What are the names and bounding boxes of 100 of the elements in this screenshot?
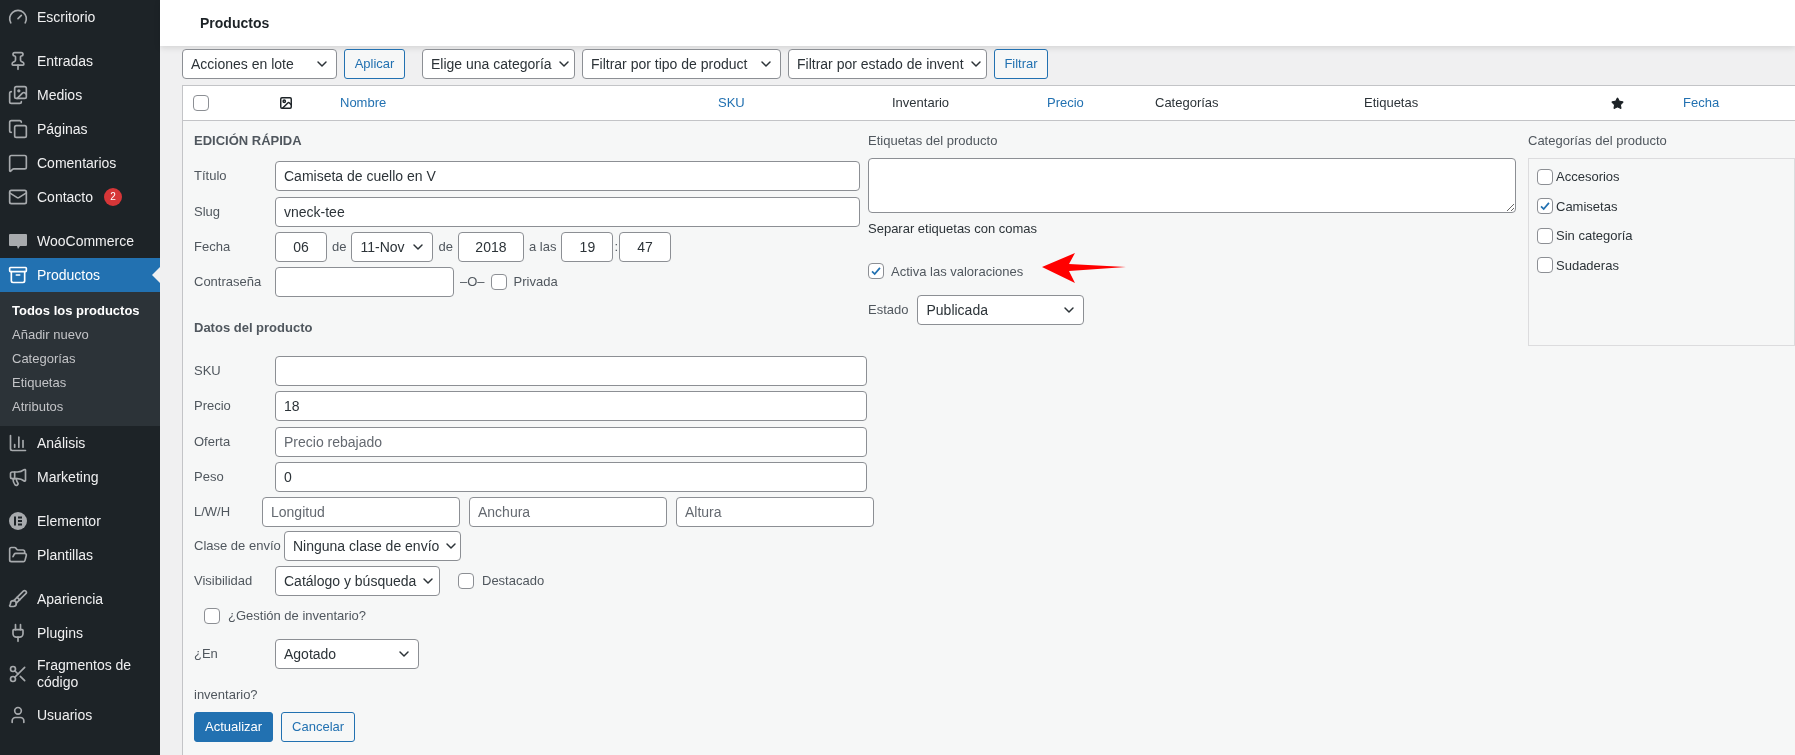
column-header[interactable]: Precio bbox=[1047, 93, 1084, 113]
input-field[interactable]: 19 bbox=[561, 232, 614, 262]
field-label: Etiquetas del producto bbox=[868, 132, 998, 151]
checkbox-label: Destacado bbox=[482, 572, 545, 591]
image-icon bbox=[279, 96, 293, 110]
dropdown[interactable]: Publicada bbox=[917, 295, 1085, 325]
update-button[interactable]: Actualizar bbox=[194, 712, 274, 742]
section-heading: Datos del producto bbox=[194, 319, 313, 338]
date-separator: de bbox=[332, 238, 347, 257]
checkbox[interactable] bbox=[490, 274, 507, 290]
media-icon bbox=[8, 85, 28, 105]
submenu-item[interactable]: Todos los productos bbox=[0, 299, 160, 323]
submenu-item[interactable]: Atributos bbox=[0, 395, 160, 419]
input-field[interactable] bbox=[275, 356, 867, 386]
bar-chart-icon bbox=[8, 433, 28, 453]
input-field[interactable]: Longitud bbox=[262, 497, 460, 527]
field-label: Título bbox=[194, 167, 228, 186]
sidebar-item[interactable]: Escritorio bbox=[0, 0, 160, 34]
sidebar-item[interactable]: Plugins bbox=[0, 616, 160, 650]
tags-textarea[interactable] bbox=[868, 158, 1516, 213]
time-colon: : bbox=[614, 238, 619, 257]
field-label: Oferta bbox=[194, 433, 232, 452]
input-field[interactable]: 18 bbox=[275, 391, 867, 421]
input-field[interactable]: Altura bbox=[676, 497, 874, 527]
cancel-button[interactable]: Cancelar bbox=[281, 712, 356, 742]
date-separator: de bbox=[438, 238, 453, 257]
sidebar-item[interactable]: Contacto 2 bbox=[0, 180, 160, 214]
dropdown[interactable]: Catálogo y búsqueda bbox=[275, 566, 440, 596]
scissors-icon bbox=[8, 664, 28, 684]
pin-icon bbox=[8, 51, 28, 71]
sidebar-item[interactable]: Páginas bbox=[0, 112, 160, 146]
dropdown[interactable]: 11-Nov bbox=[351, 232, 434, 262]
sidebar-item[interactable]: Marketing bbox=[0, 460, 160, 494]
checkbox[interactable] bbox=[458, 573, 474, 589]
folder-icon bbox=[8, 545, 28, 565]
column-header[interactable]: SKU bbox=[718, 93, 745, 113]
field-label: ¿En bbox=[194, 645, 219, 664]
input-field[interactable]: Camiseta de cuello en V bbox=[275, 161, 860, 191]
field-label: inventario? bbox=[194, 686, 258, 705]
checkbox[interactable] bbox=[1537, 257, 1553, 274]
sidebar-item[interactable]: Medios bbox=[0, 78, 160, 112]
circle-logo-icon bbox=[8, 511, 28, 531]
sidebar-item[interactable]: Análisis bbox=[0, 426, 160, 460]
sidebar-item[interactable]: Usuarios bbox=[0, 698, 160, 732]
field-label: Visibilidad bbox=[194, 572, 254, 591]
date-separator: a las bbox=[528, 238, 557, 257]
input-field[interactable] bbox=[275, 267, 454, 297]
speech-bubble-icon bbox=[8, 231, 28, 251]
input-field[interactable]: 06 bbox=[275, 232, 327, 262]
user-icon bbox=[8, 705, 28, 725]
star-icon bbox=[1611, 96, 1624, 110]
input-field[interactable]: 2018 bbox=[457, 232, 524, 262]
dropdown[interactable]: Acciones en lote bbox=[182, 49, 337, 79]
column-header[interactable]: Nombre bbox=[340, 93, 387, 113]
input-field[interactable]: Anchura bbox=[469, 497, 667, 527]
filter-button[interactable]: Filtrar bbox=[994, 49, 1048, 79]
field-label: Fecha bbox=[194, 238, 232, 257]
dropdown[interactable]: Filtrar por tipo de product bbox=[582, 49, 781, 79]
column-header: Categorías bbox=[1155, 94, 1219, 113]
column-header[interactable]: Fecha bbox=[1683, 93, 1720, 113]
sidebar-item[interactable]: Comentarios bbox=[0, 146, 160, 180]
checkbox[interactable] bbox=[1537, 227, 1553, 244]
sidebar-item[interactable]: Elementor bbox=[0, 504, 160, 538]
submenu-item[interactable]: Añadir nuevo bbox=[0, 323, 160, 347]
input-field[interactable]: 0 bbox=[275, 462, 867, 492]
sidebar-item[interactable]: Fragmentos de código bbox=[0, 650, 160, 698]
input-field[interactable]: Precio rebajado bbox=[275, 427, 867, 457]
input-field[interactable]: 47 bbox=[619, 232, 672, 262]
submenu-item[interactable]: Etiquetas bbox=[0, 371, 160, 395]
dashboard-icon bbox=[8, 7, 28, 27]
checkbox-label: Privada bbox=[513, 273, 558, 292]
sidebar-item[interactable]: Apariencia bbox=[0, 582, 160, 616]
dropdown[interactable]: Filtrar por estado de invent bbox=[788, 49, 987, 79]
sidebar-item[interactable]: Productos bbox=[0, 258, 160, 292]
sidebar-item[interactable]: Plantillas bbox=[0, 538, 160, 572]
dropdown[interactable]: Ninguna clase de envío bbox=[284, 531, 461, 561]
comment-icon bbox=[8, 153, 28, 173]
checkbox[interactable] bbox=[193, 95, 209, 111]
checkbox-label: ¿Gestión de inventario? bbox=[228, 607, 367, 626]
checkbox[interactable] bbox=[868, 263, 884, 280]
input-field[interactable]: vneck-tee bbox=[275, 197, 860, 227]
pointer-icon bbox=[152, 267, 160, 283]
checkbox[interactable] bbox=[204, 608, 220, 624]
checkbox[interactable] bbox=[1537, 198, 1553, 215]
filter-button[interactable]: Aplicar bbox=[344, 49, 405, 79]
field-label: Estado bbox=[868, 301, 909, 320]
pages-icon bbox=[8, 119, 28, 139]
sidebar-item[interactable]: WooCommerce bbox=[0, 224, 160, 258]
field-label: Precio bbox=[194, 397, 232, 416]
submenu-item[interactable]: Categorías bbox=[0, 347, 160, 371]
checkbox-label: Accesorios bbox=[1556, 168, 1620, 186]
checkbox-label: Activa las valoraciones bbox=[891, 262, 1024, 281]
mail-icon bbox=[8, 187, 28, 207]
dropdown[interactable]: Agotado bbox=[275, 639, 419, 669]
sidebar-item[interactable]: Entradas bbox=[0, 44, 160, 78]
dropdown[interactable]: Elige una categoría bbox=[422, 49, 575, 79]
checkbox[interactable] bbox=[1537, 168, 1553, 185]
megaphone-icon bbox=[8, 467, 28, 487]
brush-icon bbox=[8, 589, 28, 609]
column-header: Etiquetas bbox=[1364, 94, 1419, 113]
